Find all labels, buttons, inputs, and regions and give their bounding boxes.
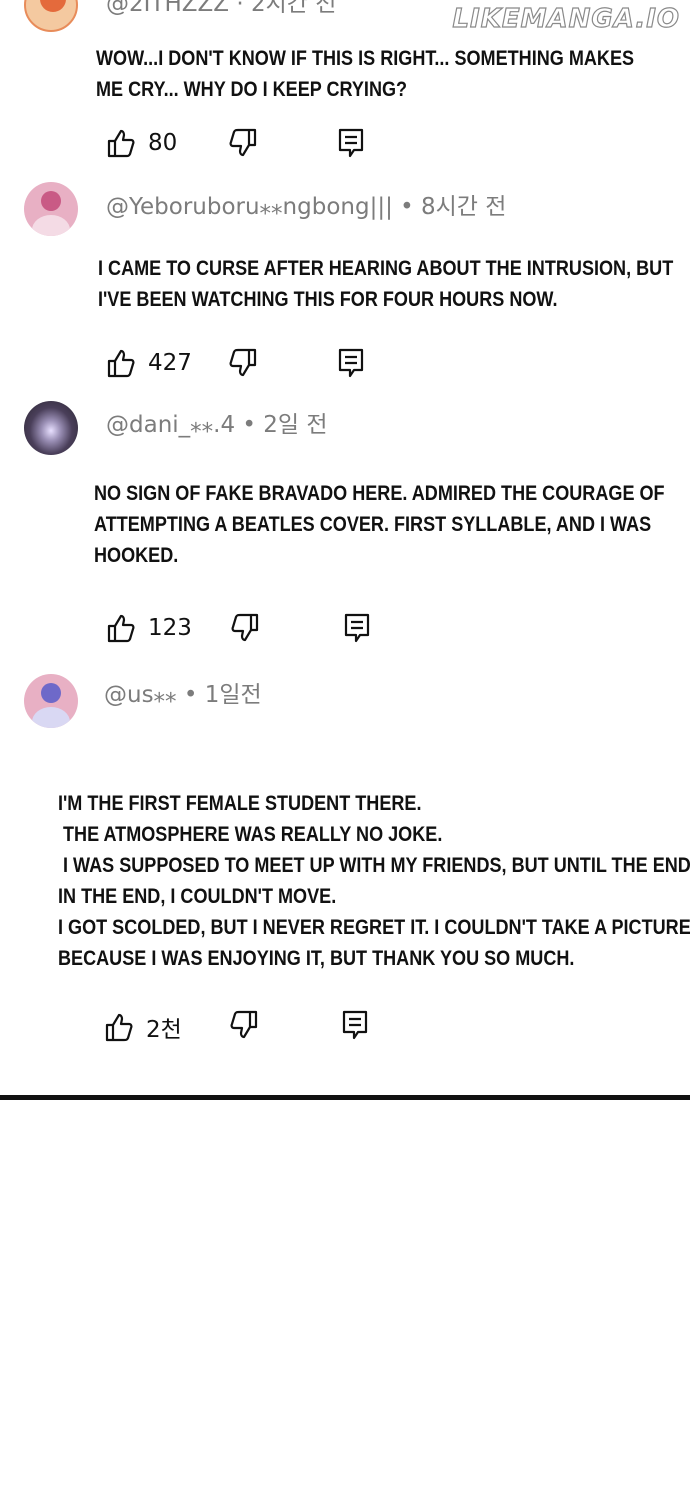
- reply-comment-icon: [343, 612, 371, 644]
- like-button[interactable]: 80: [106, 128, 177, 158]
- reply-button[interactable]: [343, 612, 371, 644]
- reply-comment-icon: [341, 1009, 369, 1041]
- default-avatar-pink[interactable]: [24, 182, 78, 236]
- comment-text: NO SIGN OF FAKE BRAVADO HERE. ADMIRED TH…: [94, 482, 665, 567]
- like-count: 427: [148, 350, 192, 376]
- thumbs-down-icon: [228, 348, 258, 378]
- reply-comment-icon: [337, 127, 365, 159]
- thumbs-up-icon: [106, 348, 136, 378]
- like-count: 123: [148, 615, 192, 641]
- thumbs-up-icon: [106, 613, 136, 643]
- avatar-body-shape: [32, 707, 70, 728]
- thumbs-down-icon: [229, 1010, 259, 1040]
- thumbs-up-icon: [104, 1012, 134, 1042]
- comment-handle[interactable]: @2ITHZZZ · 2시간 전: [106, 0, 336, 18]
- dislike-button[interactable]: [228, 348, 258, 378]
- like-button[interactable]: 123: [106, 613, 192, 643]
- avatar-body-shape: [32, 215, 70, 236]
- comment-handle[interactable]: @dani_⁎⁎.4 • 2일 전: [106, 405, 328, 439]
- comment-text: I CAME TO CURSE AFTER HEARING ABOUT THE …: [98, 257, 674, 311]
- thumbs-down-icon: [230, 613, 260, 643]
- like-count: 2천: [146, 1017, 182, 1043]
- photo-avatar[interactable]: [24, 401, 78, 455]
- thumbs-down-icon: [228, 128, 258, 158]
- comment-text: WOW...I DON'T KNOW IF THIS IS RIGHT... S…: [96, 47, 635, 101]
- dislike-button[interactable]: [228, 128, 258, 158]
- default-avatar-blue[interactable]: [24, 674, 78, 728]
- thumbs-up-icon: [106, 128, 136, 158]
- comment-handle[interactable]: @us⁎⁎ • 1일전: [104, 675, 262, 709]
- avatar-head-shape: [41, 191, 61, 211]
- panel-divider: [0, 1095, 690, 1100]
- reply-comment-icon: [337, 347, 365, 379]
- dislike-button[interactable]: [230, 613, 260, 643]
- avatar-head-shape: [41, 683, 61, 703]
- dislike-button[interactable]: [229, 1010, 259, 1040]
- like-button[interactable]: 2천: [104, 1010, 182, 1044]
- reply-button[interactable]: [337, 347, 365, 379]
- watermark: LIKEMANGA.IO: [452, 3, 680, 34]
- cartoon-avatar[interactable]: [24, 0, 78, 32]
- like-button[interactable]: 427: [106, 348, 192, 378]
- comment-handle[interactable]: @Yeboruboru⁎⁎ngbong||| • 8시간 전: [106, 187, 506, 221]
- reply-button[interactable]: [341, 1009, 369, 1041]
- like-count: 80: [148, 130, 178, 156]
- comment-text: I'M THE FIRST FEMALE STUDENT THERE. THE …: [58, 792, 690, 970]
- reply-button[interactable]: [337, 127, 365, 159]
